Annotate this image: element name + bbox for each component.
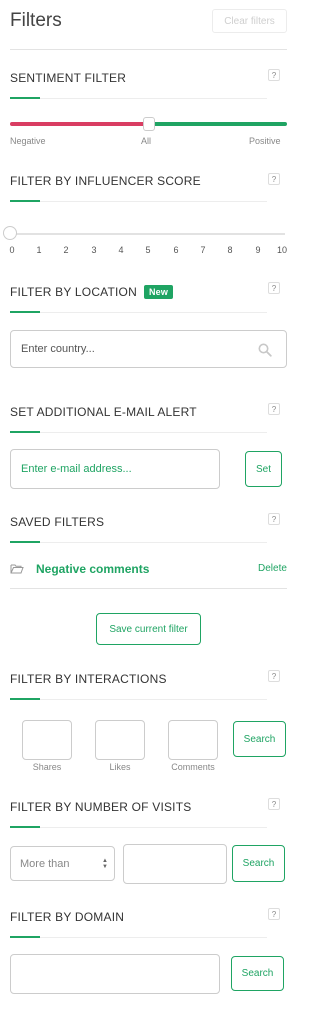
email-alert-title: SET ADDITIONAL E-MAIL ALERT: [10, 405, 197, 419]
help-icon[interactable]: ?: [268, 670, 280, 682]
tick-label: 9: [255, 245, 261, 255]
saved-filters-title: SAVED FILTERS: [10, 515, 105, 529]
section-accent: [10, 97, 40, 99]
sentiment-negative-track[interactable]: [10, 122, 148, 126]
help-icon[interactable]: ?: [268, 513, 280, 525]
divider: [10, 588, 287, 589]
clear-filters-button[interactable]: Clear filters: [212, 9, 287, 33]
visits-search-button[interactable]: Search: [232, 845, 285, 882]
section-underline: [10, 98, 267, 99]
section-accent: [10, 200, 40, 202]
save-current-filter-button[interactable]: Save current filter: [96, 613, 201, 645]
section-accent: [10, 431, 40, 433]
section-underline: [10, 542, 267, 543]
tick-label: 7: [200, 245, 206, 255]
section-underline: [10, 937, 267, 938]
help-icon[interactable]: ?: [268, 908, 280, 920]
location-title-row: FILTER BY LOCATION New: [10, 285, 174, 299]
tick-label: 3: [91, 245, 97, 255]
sentiment-filter-title: SENTIMENT FILTER: [10, 71, 127, 85]
tick-label: 10: [276, 245, 287, 255]
help-icon[interactable]: ?: [268, 798, 280, 810]
section-underline: [10, 432, 267, 433]
influencer-slider-track[interactable]: [10, 233, 285, 235]
tick-label: 8: [227, 245, 233, 255]
section-accent: [10, 936, 40, 938]
section-accent: [10, 541, 40, 543]
sentiment-slider-handle[interactable]: [143, 117, 155, 131]
sentiment-all-label: All: [141, 136, 152, 146]
section-accent: [10, 826, 40, 828]
comments-label: Comments: [171, 762, 215, 772]
section-underline: [10, 312, 267, 313]
help-icon[interactable]: ?: [268, 282, 280, 294]
section-accent: [10, 311, 40, 313]
domain-title: FILTER BY DOMAIN: [10, 910, 125, 924]
tick-label: 4: [118, 245, 124, 255]
country-input[interactable]: Enter country...: [10, 330, 287, 368]
visits-count-input[interactable]: [123, 844, 227, 884]
email-input[interactable]: Enter e-mail address...: [10, 449, 220, 489]
sentiment-negative-label: Negative: [10, 136, 46, 146]
influencer-score-title: FILTER BY INFLUENCER SCORE: [10, 174, 201, 188]
shares-input[interactable]: [22, 720, 72, 760]
interactions-search-button[interactable]: Search: [233, 721, 286, 757]
comments-input[interactable]: [168, 720, 218, 760]
delete-saved-filter-link[interactable]: Delete: [258, 563, 287, 574]
visits-comparator-select[interactable]: More than ▲ ▼: [10, 846, 115, 881]
tick-label: 5: [145, 245, 151, 255]
interactions-title: FILTER BY INTERACTIONS: [10, 672, 167, 686]
new-badge: New: [143, 285, 174, 299]
likes-input[interactable]: [95, 720, 145, 760]
saved-filter-name[interactable]: Negative comments: [36, 562, 149, 576]
section-underline: [10, 827, 267, 828]
email-input-placeholder: Enter e-mail address...: [21, 463, 132, 475]
section-accent: [10, 698, 40, 700]
section-underline: [10, 699, 267, 700]
influencer-slider-handle[interactable]: [3, 226, 17, 240]
help-icon[interactable]: ?: [268, 69, 280, 81]
shares-label: Shares: [32, 762, 62, 772]
visits-select-value: More than: [20, 857, 70, 870]
tick-label: 2: [63, 245, 69, 255]
search-icon: [258, 343, 272, 357]
page-title: Filters: [10, 10, 62, 31]
tick-label: 6: [173, 245, 179, 255]
help-icon[interactable]: ?: [268, 173, 280, 185]
help-icon[interactable]: ?: [268, 403, 280, 415]
select-arrows-icon: ▲ ▼: [102, 858, 108, 870]
sentiment-positive-label: Positive: [249, 136, 281, 146]
domain-input[interactable]: [10, 954, 220, 994]
tick-label: 0: [9, 245, 15, 255]
country-input-placeholder: Enter country...: [21, 343, 95, 355]
divider: [10, 49, 287, 50]
domain-search-button[interactable]: Search: [231, 956, 284, 991]
location-title: FILTER BY LOCATION: [10, 285, 137, 299]
sentiment-positive-track[interactable]: [148, 122, 287, 126]
visits-title: FILTER BY NUMBER OF VISITS: [10, 800, 192, 814]
section-underline: [10, 201, 267, 202]
folder-icon: [10, 564, 24, 574]
likes-label: Likes: [109, 762, 131, 772]
set-email-button[interactable]: Set: [245, 451, 282, 487]
tick-label: 1: [36, 245, 42, 255]
